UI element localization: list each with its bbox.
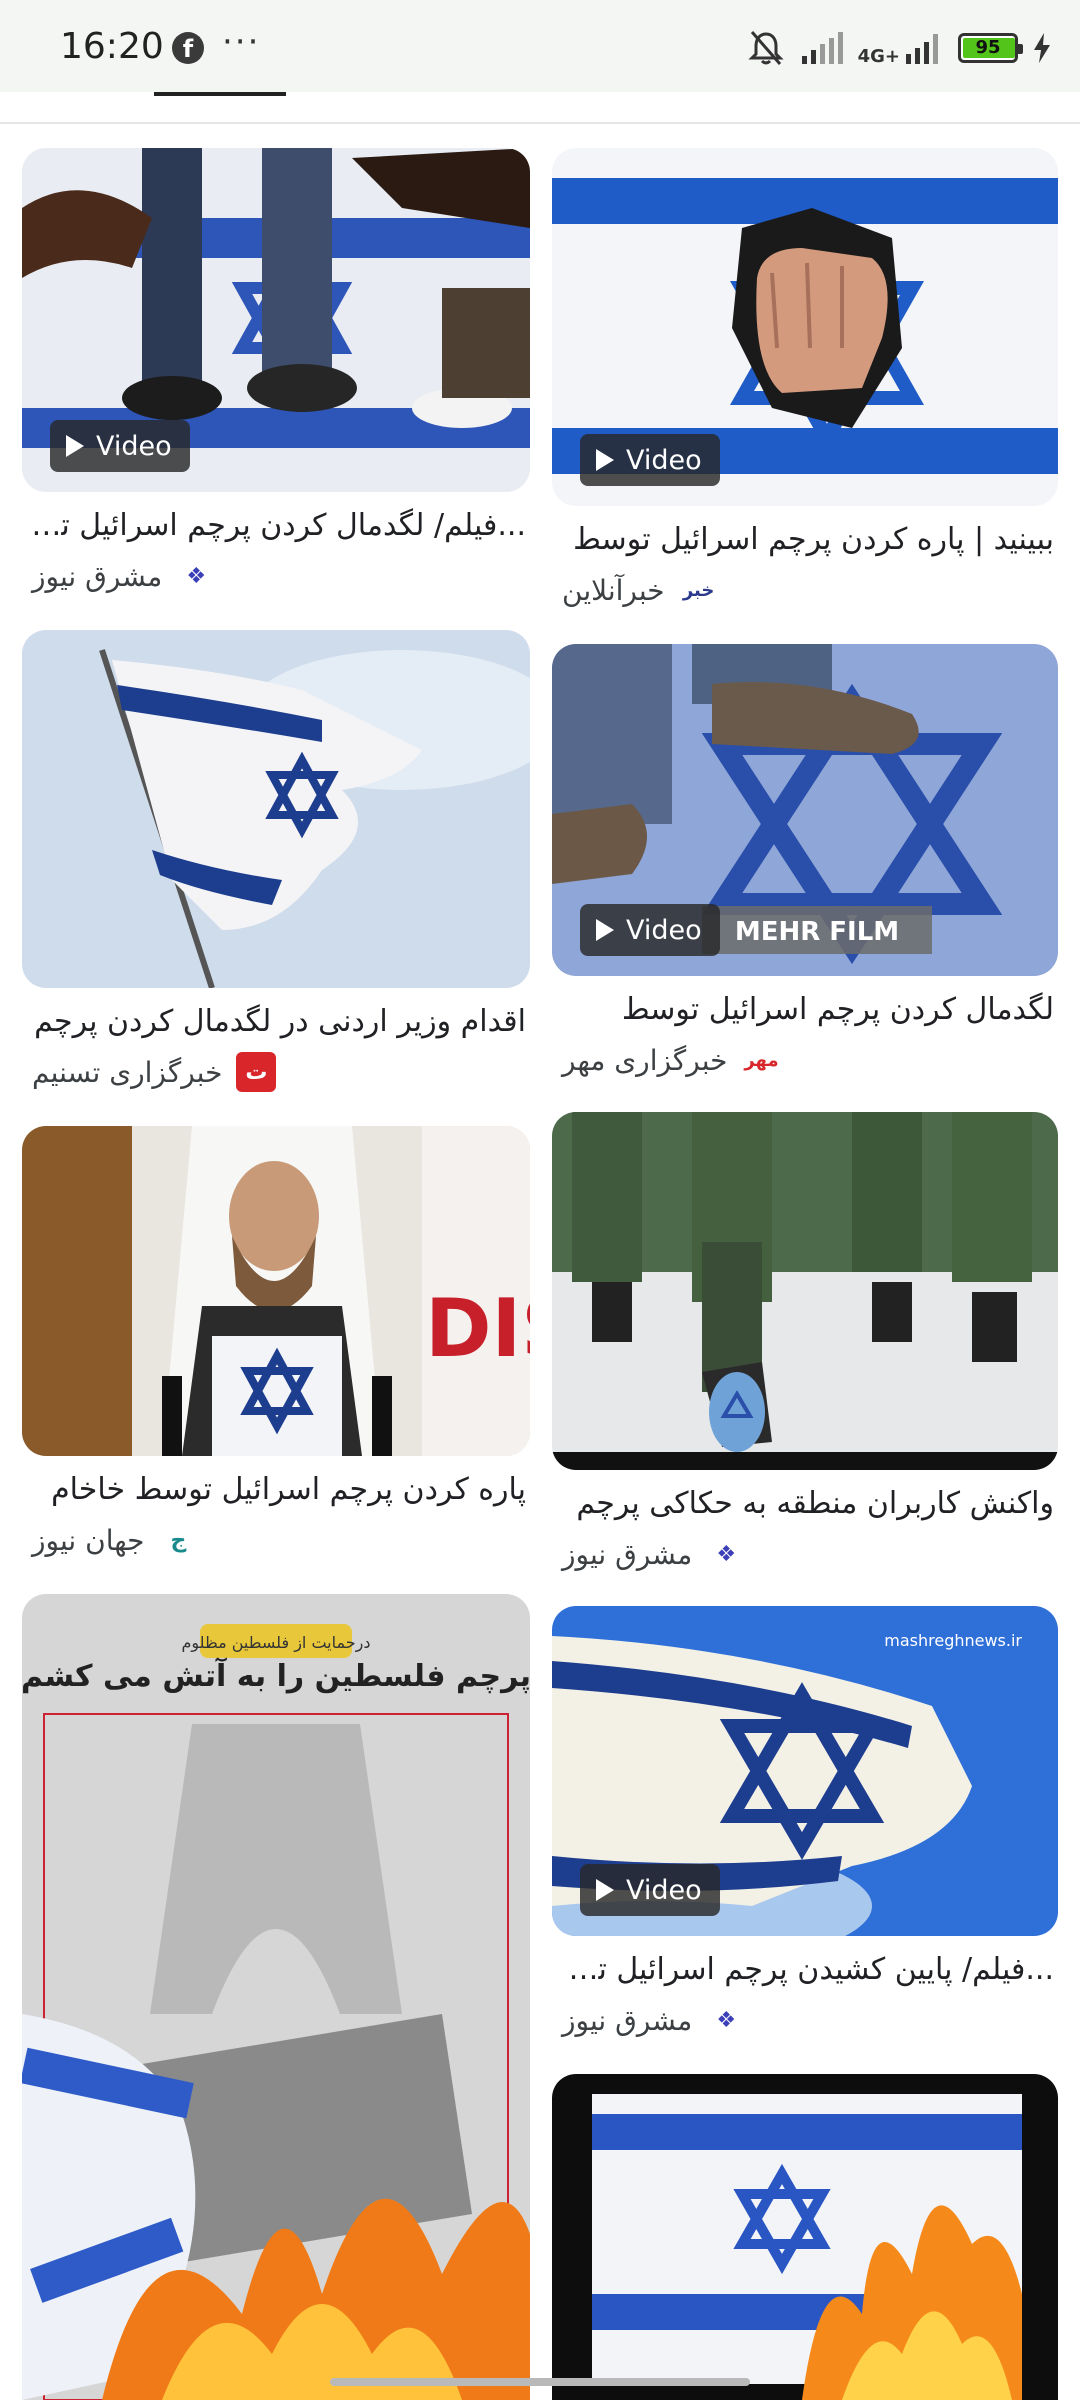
signal-bars-icon bbox=[906, 34, 938, 64]
play-icon bbox=[596, 1879, 614, 1901]
result-thumbnail[interactable]: Video bbox=[552, 148, 1058, 506]
result-thumbnail[interactable]: DIS bbox=[22, 1126, 530, 1456]
result-source[interactable]: ❖ مشرق نیوز bbox=[22, 554, 530, 598]
source-name: خبرگزاری مهر bbox=[562, 1043, 728, 1077]
result-thumbnail[interactable]: mashreghnews.ir Video bbox=[552, 1606, 1058, 1936]
network-type: 4G+ bbox=[857, 46, 900, 67]
result-title[interactable]: ...فیلم/ پایین کشیدن پرچم اسرائیل توس bbox=[552, 1950, 1058, 1990]
result-source[interactable]: ج جهان نیوز bbox=[22, 1518, 530, 1562]
image-watermark: mashreghnews.ir bbox=[884, 1631, 1022, 1650]
result-title[interactable]: اقدام وزیر اردنی در لگدمال کردن پرچم bbox=[22, 1002, 530, 1042]
result-card[interactable]: اقدام وزیر اردنی در لگدمال کردن پرچم ت خ… bbox=[22, 630, 530, 1094]
video-label: Video bbox=[96, 430, 172, 462]
result-thumbnail[interactable] bbox=[552, 2074, 1058, 2400]
source-logo-icon: ❖ bbox=[186, 563, 207, 589]
source-logo-icon: خبر bbox=[682, 579, 715, 601]
result-card[interactable] bbox=[552, 2074, 1058, 2400]
result-source[interactable]: خبر خبرآنلاین bbox=[552, 568, 1058, 612]
source-logo-icon: ❖ bbox=[716, 1541, 737, 1567]
divider bbox=[0, 122, 1080, 124]
result-source[interactable]: مهر خبرگزاری مهر bbox=[552, 1038, 1058, 1082]
mute-bell-icon bbox=[747, 31, 784, 65]
play-icon bbox=[66, 435, 84, 457]
result-card[interactable]: DIS پاره کردن پرچم اسرائیل توسط خاخام ج … bbox=[22, 1126, 530, 1562]
result-thumbnail[interactable] bbox=[552, 1112, 1058, 1470]
result-card[interactable]: MEHR FILM Video لگدمال کردن پرچم اسرائیل… bbox=[552, 644, 1058, 1082]
result-thumbnail[interactable] bbox=[22, 630, 530, 988]
torn-flag-pole-image bbox=[22, 630, 530, 988]
result-thumbnail[interactable]: MEHR FILM Video bbox=[552, 644, 1058, 976]
source-name: خبرگزاری تسنیم bbox=[32, 1055, 223, 1089]
video-label: Video bbox=[626, 444, 702, 476]
video-label: Video bbox=[626, 914, 702, 946]
video-badge: Video bbox=[580, 434, 720, 486]
result-source[interactable]: ❖ مشرق نیوز bbox=[552, 1532, 1058, 1576]
status-icons: 4G+ 95 bbox=[746, 28, 1052, 68]
soldiers-marching-image bbox=[552, 1112, 1058, 1470]
video-badge: Video bbox=[50, 420, 190, 472]
result-thumbnail[interactable]: درحمایت از فلسطین مظلوم پرچم فلسطین را ب… bbox=[22, 1594, 530, 2400]
source-logo-icon: ج bbox=[170, 1527, 187, 1553]
status-bar: 16:20 f ··· 4G+ 95 bbox=[0, 0, 1080, 92]
rabbi-tearing-flag-image: DIS bbox=[22, 1126, 530, 1456]
result-source[interactable]: ت خبرگزاری تسنیم bbox=[22, 1050, 530, 1094]
source-name: مشرق نیوز bbox=[562, 1537, 693, 1571]
result-card[interactable]: mashreghnews.ir Video ...فیلم/ پایین کشی… bbox=[552, 1606, 1058, 2042]
source-name: خبرآنلاین bbox=[562, 573, 665, 607]
source-name: مشرق نیوز bbox=[562, 2003, 693, 2037]
source-logo-icon: ❖ bbox=[716, 2007, 737, 2033]
result-card[interactable]: Video ...فیلم/ لگدمال کردن پرچم اسرائیل … bbox=[22, 148, 530, 598]
signal-icon bbox=[801, 32, 843, 64]
play-icon bbox=[596, 449, 614, 471]
result-title[interactable]: پاره کردن پرچم اسرائیل توسط خاخام bbox=[22, 1470, 530, 1510]
video-badge: Video bbox=[580, 1864, 720, 1916]
network-4g-icon: 4G+ bbox=[858, 30, 944, 66]
facebook-icon: f bbox=[172, 32, 204, 64]
source-logo-icon: مهر bbox=[744, 1049, 779, 1071]
gesture-nav-bar[interactable] bbox=[330, 2378, 750, 2386]
poster-banner: درحمایت از فلسطین مظلوم bbox=[182, 1633, 371, 1653]
clock: 16:20 bbox=[60, 26, 164, 67]
source-name: مشرق نیوز bbox=[32, 559, 163, 593]
charging-icon bbox=[1034, 33, 1050, 63]
result-title[interactable]: واکنش کاربران منطقه به حکاکی پرچم bbox=[552, 1484, 1058, 1524]
result-source[interactable]: ❖ مشرق نیوز bbox=[552, 1998, 1058, 2042]
result-title[interactable]: لگدمال کردن پرچم اسرائیل توسط bbox=[552, 990, 1058, 1030]
result-card[interactable]: Video ببینید | پاره کردن پرچم اسرائیل تو… bbox=[552, 148, 1058, 612]
tab-indicator bbox=[154, 92, 286, 96]
poster-headline: پرچم فلسطین را به آتش می کشم bbox=[22, 1657, 530, 1694]
flag-burning-poster-image: درحمایت از فلسطین مظلوم پرچم فلسطین را ب… bbox=[22, 1594, 530, 2400]
result-card[interactable]: درحمایت از فلسطین مظلوم پرچم فلسطین را ب… bbox=[22, 1594, 530, 2400]
play-icon bbox=[596, 919, 614, 941]
source-logo-icon: ت bbox=[236, 1052, 277, 1092]
battery-icon: 95 bbox=[958, 33, 1023, 63]
svg-text:DIS: DIS bbox=[425, 1282, 530, 1375]
more-notifications-icon: ··· bbox=[222, 22, 261, 62]
result-title[interactable]: ببینید | پاره کردن پرچم اسرائیل توسط bbox=[552, 520, 1058, 560]
battery-level: 95 bbox=[975, 37, 1001, 58]
burning-flag-image bbox=[552, 2074, 1058, 2400]
result-title[interactable]: ...فیلم/ لگدمال کردن پرچم اسرائیل توس bbox=[22, 506, 530, 546]
source-name: جهان نیوز bbox=[32, 1523, 145, 1557]
video-badge: Video bbox=[580, 904, 720, 956]
result-card[interactable]: واکنش کاربران منطقه به حکاکی پرچم ❖ مشرق… bbox=[552, 1112, 1058, 1576]
image-overlay-text: MEHR FILM bbox=[735, 917, 899, 947]
video-label: Video bbox=[626, 1874, 702, 1906]
result-thumbnail[interactable]: Video bbox=[22, 148, 530, 492]
